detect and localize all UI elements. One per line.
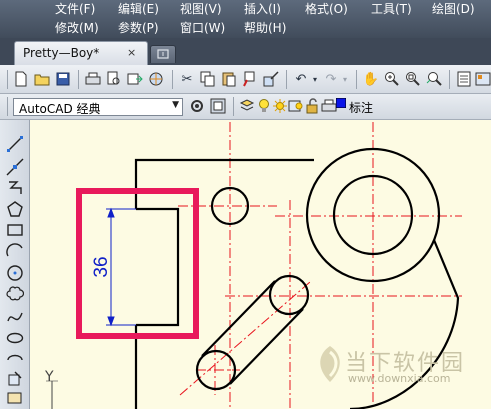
- plot-icon[interactable]: [84, 70, 102, 88]
- workspace-layer-toolbar: AutoCAD 经典 ▼ 标注: [0, 94, 491, 120]
- workspace-selected-value: AutoCAD 经典: [19, 102, 101, 116]
- toolbar-grip[interactable]: [7, 70, 8, 89]
- document-tab-strip: Pretty—Boy* ×: [0, 38, 491, 65]
- menu-view[interactable]: 视图(V): [180, 0, 222, 17]
- construction-line-tool-icon[interactable]: [4, 157, 26, 177]
- notch-outline: [136, 207, 180, 327]
- dimension-arrow-top: [107, 207, 115, 218]
- match-properties-icon[interactable]: [241, 70, 259, 88]
- 3d-dwf-icon[interactable]: [147, 70, 165, 88]
- menu-tools[interactable]: 工具(T): [371, 0, 412, 17]
- revision-cloud-tool-icon[interactable]: [4, 284, 26, 304]
- layer-unlock-icon[interactable]: [303, 97, 321, 115]
- workspace-settings-icon[interactable]: [188, 97, 206, 115]
- circle-tool-icon[interactable]: [4, 263, 26, 283]
- current-layer-name[interactable]: 标注: [349, 99, 373, 116]
- toolbar-separator: [78, 70, 79, 89]
- menu-format[interactable]: 格式(O): [305, 0, 348, 17]
- standard-toolbar: ✂ ↶ ▾ ↷ ▾ ✋: [0, 65, 491, 94]
- draw-tool-palette: [0, 120, 30, 409]
- toolbar-separator: [449, 70, 450, 89]
- ellipse-tool-icon[interactable]: [4, 328, 26, 348]
- qnew-icon[interactable]: [12, 70, 30, 88]
- open-icon[interactable]: [33, 70, 51, 88]
- save-icon[interactable]: [54, 70, 72, 88]
- copy-icon[interactable]: [199, 70, 217, 88]
- toolbar-separator: [356, 70, 357, 89]
- arc-tool-icon[interactable]: [4, 241, 26, 261]
- toolbar-grip[interactable]: [233, 97, 234, 116]
- dimension-arrow-bottom: [107, 316, 115, 327]
- chevron-down-icon: ▼: [172, 100, 179, 110]
- line-tool-icon[interactable]: [4, 134, 26, 154]
- new-tab-icon: [157, 49, 169, 59]
- paste-icon[interactable]: [220, 70, 238, 88]
- new-tab-button[interactable]: [150, 45, 176, 63]
- zoom-window-icon[interactable]: [404, 70, 422, 88]
- menu-modify[interactable]: 修改(M): [55, 19, 99, 36]
- menu-help[interactable]: 帮助(H): [244, 19, 286, 36]
- menu-bar: 文件(F) 编辑(E) 视图(V) 插入(I) 格式(O) 工具(T) 绘图(D…: [0, 0, 491, 38]
- polyline-tool-icon[interactable]: [4, 178, 26, 198]
- zoom-realtime-icon[interactable]: [383, 70, 401, 88]
- spline-tool-icon[interactable]: [4, 306, 26, 326]
- menu-window[interactable]: 窗口(W): [180, 19, 225, 36]
- rectangle-tool-icon[interactable]: [4, 220, 26, 240]
- menu-edit[interactable]: 编辑(E): [118, 0, 159, 17]
- publish-icon[interactable]: [126, 70, 144, 88]
- ucs-y-axis-label: Y: [45, 369, 54, 385]
- plot-preview-icon[interactable]: [105, 70, 123, 88]
- document-tab[interactable]: Pretty—Boy* ×: [14, 41, 148, 65]
- block-editor-icon[interactable]: [262, 70, 280, 88]
- ucs-icon: [46, 380, 58, 409]
- workspace-dropdown[interactable]: AutoCAD 经典 ▼: [13, 98, 183, 116]
- cut-icon[interactable]: ✂: [178, 70, 196, 88]
- document-tab-label: Pretty—Boy*: [23, 46, 100, 60]
- toolbar-separator: [172, 70, 173, 89]
- pan-icon[interactable]: ✋: [362, 70, 380, 88]
- make-block-tool-icon[interactable]: [4, 388, 26, 408]
- design-center-icon[interactable]: [474, 70, 491, 88]
- redo-dropdown-icon[interactable]: ▾: [336, 70, 354, 88]
- watermark-logo-icon: [320, 346, 340, 382]
- menu-file[interactable]: 文件(F): [55, 0, 95, 17]
- insert-block-tool-icon[interactable]: [4, 369, 26, 389]
- properties-icon[interactable]: [455, 70, 473, 88]
- close-icon[interactable]: ×: [127, 46, 136, 59]
- menu-draw[interactable]: 绘图(D): [432, 0, 475, 17]
- layer-properties-icon[interactable]: [238, 97, 256, 115]
- ellipse-arc-tool-icon[interactable]: [4, 349, 26, 369]
- menu-parametric[interactable]: 参数(P): [118, 19, 159, 36]
- menu-insert[interactable]: 插入(I): [244, 0, 281, 17]
- toolbar-customize-icon[interactable]: [209, 97, 227, 115]
- watermark-url: www.downxia.com: [348, 372, 451, 385]
- toolbar-separator: [286, 70, 287, 89]
- layer-color-swatch[interactable]: [336, 98, 346, 108]
- outline-top-edge: [134, 158, 314, 209]
- dimension-value-text: 36: [91, 256, 112, 277]
- zoom-previous-icon[interactable]: [425, 70, 443, 88]
- toolbar-grip[interactable]: [7, 97, 8, 116]
- polygon-tool-icon[interactable]: [4, 199, 26, 219]
